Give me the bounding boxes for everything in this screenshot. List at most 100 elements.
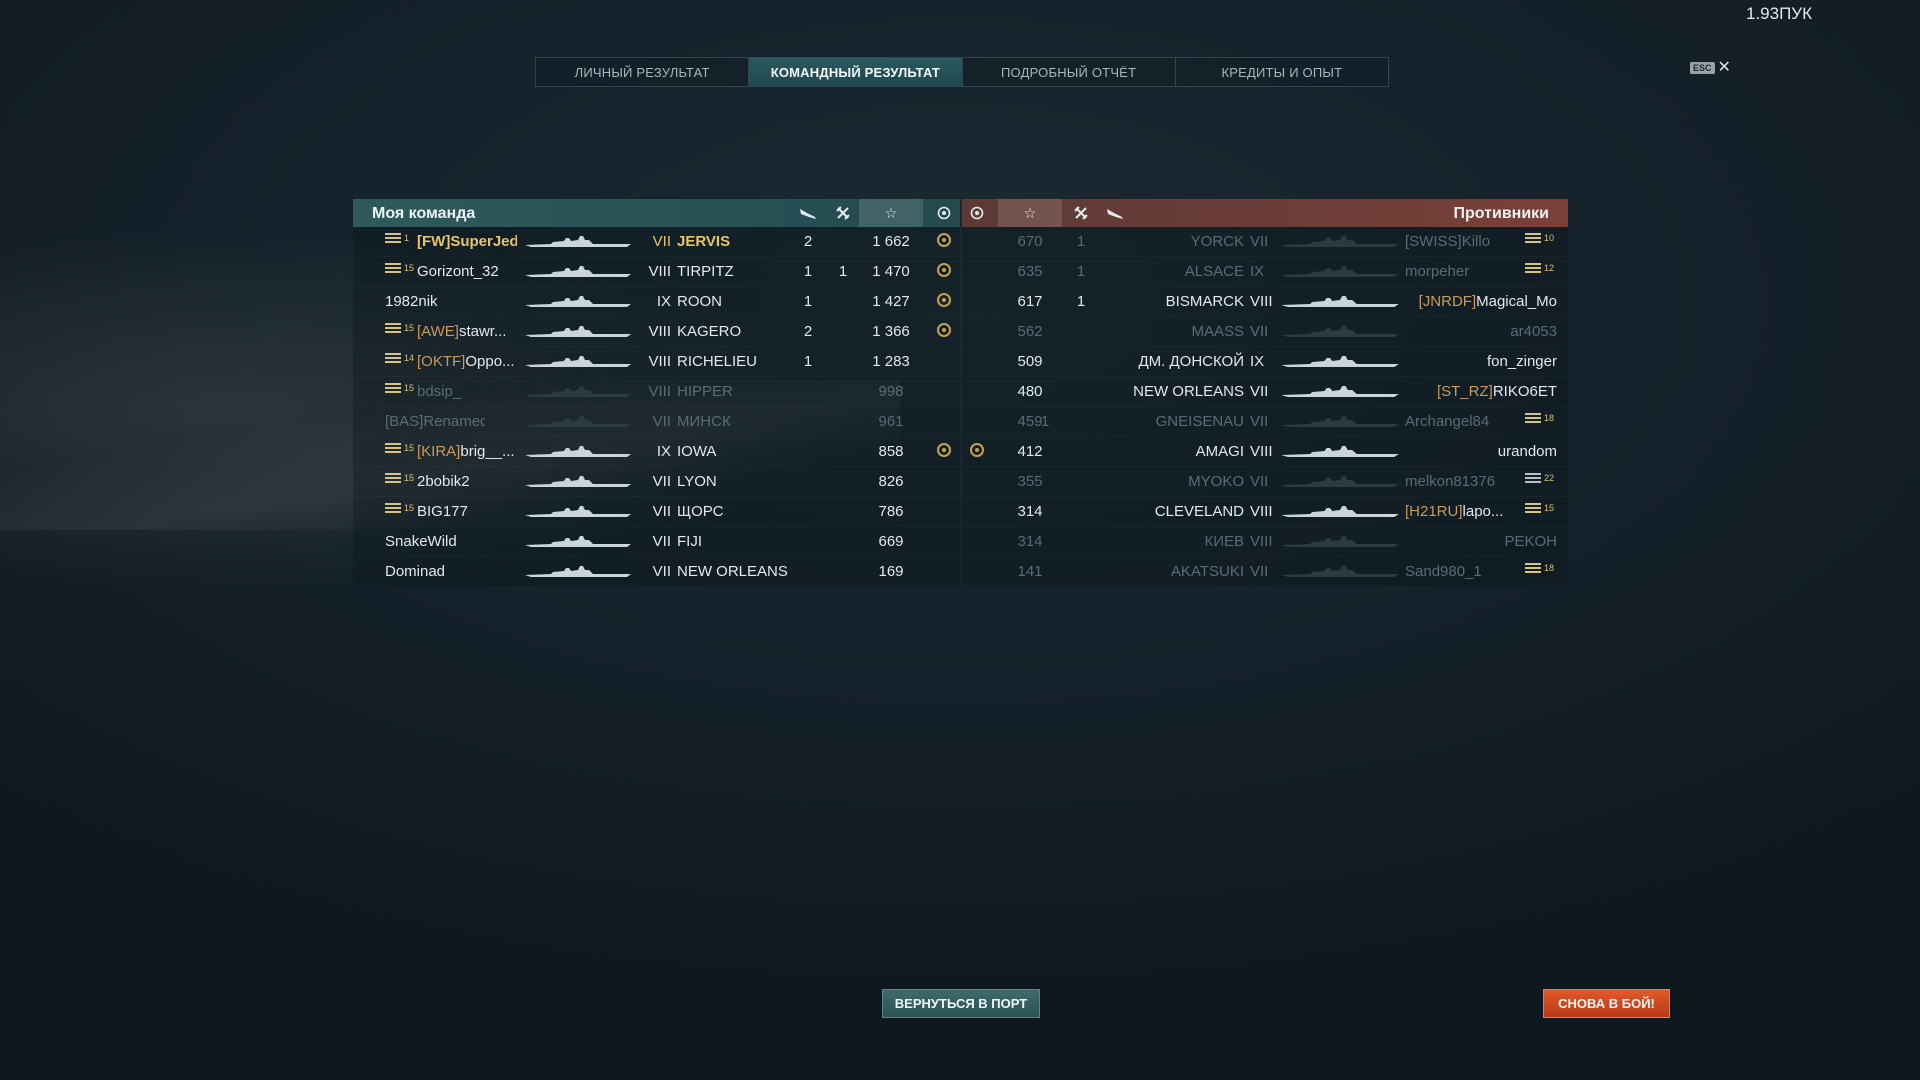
ship-tier: VIII	[1250, 443, 1273, 460]
ship-tier: IX	[1250, 263, 1265, 280]
rank-icon	[1525, 473, 1541, 483]
player-row[interactable]: 412 AMAGI VIII urandom	[962, 437, 1568, 467]
rank-value: 15	[404, 263, 415, 273]
player-row[interactable]: 15 [AWE]stawr... VIII KAGERO 2 1 366	[353, 317, 960, 347]
rank-value: 15	[404, 473, 415, 483]
ship-hull	[525, 326, 631, 337]
ship-silhouette-icon	[1281, 566, 1399, 577]
base-xp: 412	[1017, 443, 1043, 460]
rank-value: 15	[1544, 503, 1555, 513]
player-row[interactable]: 355 MYOKO VII melkon81376 22	[962, 467, 1568, 497]
ship-name: LYON	[677, 473, 717, 490]
player-nick: SnakeWild	[385, 533, 457, 550]
player-row[interactable]: 562 MAASS VII ar4053	[962, 317, 1568, 347]
player-row[interactable]: 635 1 ALSACE IX morpeher 12	[962, 257, 1568, 287]
medal-icon	[928, 199, 960, 227]
player-row[interactable]: 459 1 GNEISENAU VII Archangel84 18	[962, 407, 1568, 437]
base-xp: 858	[878, 443, 904, 460]
player-nick: morpeher	[1405, 263, 1470, 280]
player-nick: brig__...	[460, 443, 515, 460]
base-xp: 1 470	[872, 263, 910, 280]
player-nick: lapo...	[1462, 503, 1504, 520]
player-nick: ar4053	[1510, 323, 1557, 340]
rank-icon	[385, 233, 401, 243]
rank-value: 18	[1544, 563, 1555, 573]
rank-icon	[1525, 413, 1541, 423]
ship-tier: VIII	[1250, 503, 1273, 520]
ship-silhouette-icon	[525, 266, 631, 277]
player-row[interactable]: 314 CLEVELAND VIII [H21RU]lapo... 15	[962, 497, 1568, 527]
player-row[interactable]: [BAS]RenamedUse VII МИНСК 961	[353, 407, 960, 437]
tab-credits[interactable]: КРЕДИТЫ И ОПЫТ	[1176, 58, 1388, 86]
ship-tier: VII	[652, 413, 671, 430]
player-name: urandom	[1405, 443, 1557, 460]
player-nick: Sand980_1	[1405, 563, 1482, 580]
ship-hull	[525, 416, 631, 427]
medal-icon	[937, 323, 951, 337]
rank-value: 14	[404, 353, 415, 363]
player-row[interactable]: 15 2bobik2 VII LYON 826	[353, 467, 960, 497]
ship-hull	[1281, 296, 1399, 307]
tab-detailed[interactable]: ПОДРОБНЫЙ ОТЧЁТ	[963, 58, 1176, 86]
player-row[interactable]: 509 ДМ. ДОНСКОЙ IX fon_zinger	[962, 347, 1568, 377]
return-to-port-button[interactable]: ВЕРНУТЬСЯ В ПОРТ	[882, 989, 1040, 1018]
rank-value: 22	[1544, 473, 1555, 483]
ship-tier: VII	[652, 503, 671, 520]
base-xp: 355	[1017, 473, 1043, 490]
player-row[interactable]: 15 bdsip_ VIII HIPPER 998	[353, 377, 960, 407]
ship-name: ДМ. ДОНСКОЙ	[1138, 353, 1245, 370]
tab-team[interactable]: КОМАНДНЫЙ РЕЗУЛЬТАТ	[749, 58, 963, 86]
player-nick: Killo	[1461, 233, 1491, 250]
player-row[interactable]: 15 Gorizont_32 VIII TIRPITZ 1 1 1 470	[353, 257, 960, 287]
version-label: 1.93ПУК	[1745, 4, 1812, 23]
player-name: PEKOH	[1405, 533, 1557, 550]
ship-silhouette-icon	[1281, 506, 1399, 517]
rank-value: 15	[404, 503, 415, 513]
player-row[interactable]: 15 [KIRA]brig__... IX IOWA 858	[353, 437, 960, 467]
player-nick: Gorizont_32	[417, 263, 499, 280]
base-xp: 480	[1017, 383, 1043, 400]
base-xp: 509	[1017, 353, 1043, 370]
ship-hull	[1281, 416, 1399, 427]
player-row[interactable]: 15 BIG177 VII ЩОРС 786	[353, 497, 960, 527]
player-nick: Archangel84	[1405, 413, 1490, 430]
close-button[interactable]: ESC ✕	[1690, 60, 1731, 76]
medal-icon	[937, 443, 951, 457]
player-row[interactable]: 141 AKATSUKI VII Sand980_1 18	[962, 557, 1568, 587]
clan-tag: [ST_RZ]	[1436, 383, 1493, 400]
rank-value: 15	[404, 323, 415, 333]
player-row[interactable]: 314 КИЕВ VIII PEKOH	[962, 527, 1568, 557]
player-row[interactable]: 1 [FW]SuperJed... VII JERVIS 2 1 662	[353, 227, 960, 257]
plane-icon	[1100, 199, 1130, 227]
player-row[interactable]: 14 [OKTF]Oppo... VIII RICHELIEU 1 1 283	[353, 347, 960, 377]
ship-name: MYOKO	[1188, 473, 1244, 490]
clan-tag: [OKTF]	[417, 353, 466, 370]
player-nick: Dominad	[385, 563, 446, 580]
player-name: melkon81376	[1405, 473, 1520, 490]
player-name: [JNRDF]Magical_Mo	[1405, 293, 1557, 310]
ship-silhouette-icon	[525, 506, 631, 517]
esc-key-icon: ESC	[1690, 62, 1715, 74]
player-row[interactable]: 1982nik IX ROON 1 1 427	[353, 287, 960, 317]
ship-name: AKATSUKI	[1170, 563, 1244, 580]
ship-silhouette-icon	[525, 296, 631, 307]
battle-again-button[interactable]: СНОВА В БОЙ!	[1543, 989, 1670, 1018]
tab-personal[interactable]: ЛИЧНЫЙ РЕЗУЛЬТАТ	[536, 58, 750, 86]
ship-silhouette-icon	[1281, 266, 1399, 277]
ship-silhouette-icon	[1281, 296, 1399, 307]
ship-name: ALSACE	[1184, 263, 1244, 280]
ship-tier: VII	[1250, 233, 1269, 250]
ship-name: GNEISENAU	[1155, 413, 1244, 430]
player-name: [H21RU]lapo...	[1405, 503, 1520, 520]
player-row[interactable]: Dominad VII NEW ORLEANS 169	[353, 557, 960, 587]
rank-icon	[385, 503, 401, 513]
player-row[interactable]: SnakeWild VII FIJI 669	[353, 527, 960, 557]
player-row[interactable]: 617 1 BISMARCK VIII [JNRDF]Magical_Mo	[962, 287, 1568, 317]
rank-value: 1	[404, 233, 410, 243]
rank-value: 12	[1544, 263, 1555, 273]
player-row[interactable]: 480 NEW ORLEANS VII [ST_RZ]RIKO6ET	[962, 377, 1568, 407]
enemy-team-header: ☆ Противники	[962, 199, 1568, 227]
player-name: SnakeWild	[385, 533, 485, 550]
ship-tier: VIII	[648, 323, 671, 340]
player-row[interactable]: 670 1 YORCK VII [SWISS]Killo 10	[962, 227, 1568, 257]
